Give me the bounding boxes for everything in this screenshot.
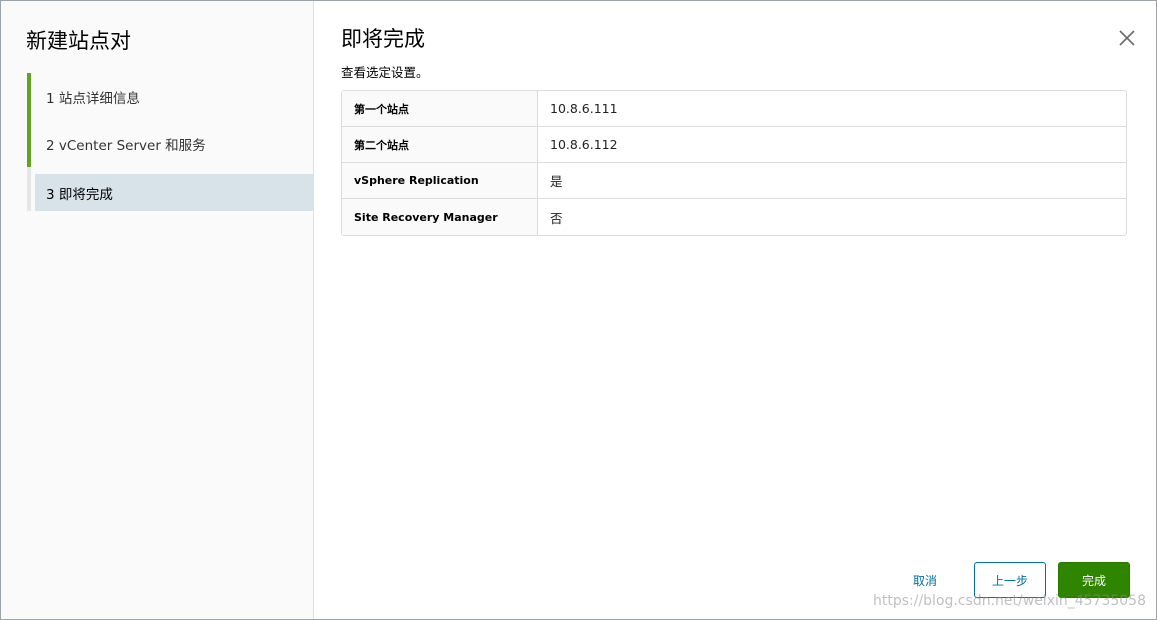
row-key: vSphere Replication bbox=[342, 163, 538, 198]
wizard-dialog: 新建站点对 1 站点详细信息 2 vCenter Server 和服务 3 即将… bbox=[0, 0, 1157, 620]
step-label: 3 即将完成 bbox=[46, 186, 113, 203]
row-key: 第一个站点 bbox=[342, 91, 538, 126]
close-icon[interactable] bbox=[1118, 29, 1136, 47]
step-site-details[interactable]: 1 站点详细信息 bbox=[27, 73, 314, 120]
step-label: 2 vCenter Server 和服务 bbox=[46, 137, 206, 154]
step-label: 1 站点详细信息 bbox=[46, 90, 140, 107]
table-row: 第一个站点 10.8.6.111 bbox=[342, 91, 1126, 127]
step-ready-to-complete[interactable]: 3 即将完成 bbox=[27, 167, 314, 211]
table-row: vSphere Replication 是 bbox=[342, 163, 1126, 199]
step-list: 1 站点详细信息 2 vCenter Server 和服务 3 即将完成 bbox=[27, 73, 314, 211]
wizard-content: 即将完成 查看选定设置。 第一个站点 10.8.6.111 第二个站点 10.8… bbox=[314, 1, 1156, 619]
wizard-title: 新建站点对 bbox=[26, 29, 131, 53]
table-row: 第二个站点 10.8.6.112 bbox=[342, 127, 1126, 163]
summary-table: 第一个站点 10.8.6.111 第二个站点 10.8.6.112 vSpher… bbox=[341, 90, 1127, 236]
step-vcenter-services[interactable]: 2 vCenter Server 和服务 bbox=[27, 120, 314, 167]
page-title: 即将完成 bbox=[341, 27, 425, 51]
step-complete-indicator bbox=[27, 120, 31, 167]
page-subtitle: 查看选定设置。 bbox=[341, 65, 429, 80]
step-pending-indicator bbox=[27, 167, 31, 211]
row-value: 否 bbox=[550, 210, 563, 226]
row-key: Site Recovery Manager bbox=[342, 199, 538, 235]
row-value: 10.8.6.112 bbox=[550, 137, 618, 152]
row-key: 第二个站点 bbox=[342, 127, 538, 162]
wizard-sidebar: 新建站点对 1 站点详细信息 2 vCenter Server 和服务 3 即将… bbox=[1, 1, 314, 619]
row-value: 10.8.6.111 bbox=[550, 101, 618, 116]
row-value: 是 bbox=[550, 174, 563, 189]
table-row: Site Recovery Manager 否 bbox=[342, 199, 1126, 235]
watermark: https://blog.csdn.net/weixin_45735058 bbox=[872, 593, 1146, 609]
step-complete-indicator bbox=[27, 73, 31, 120]
